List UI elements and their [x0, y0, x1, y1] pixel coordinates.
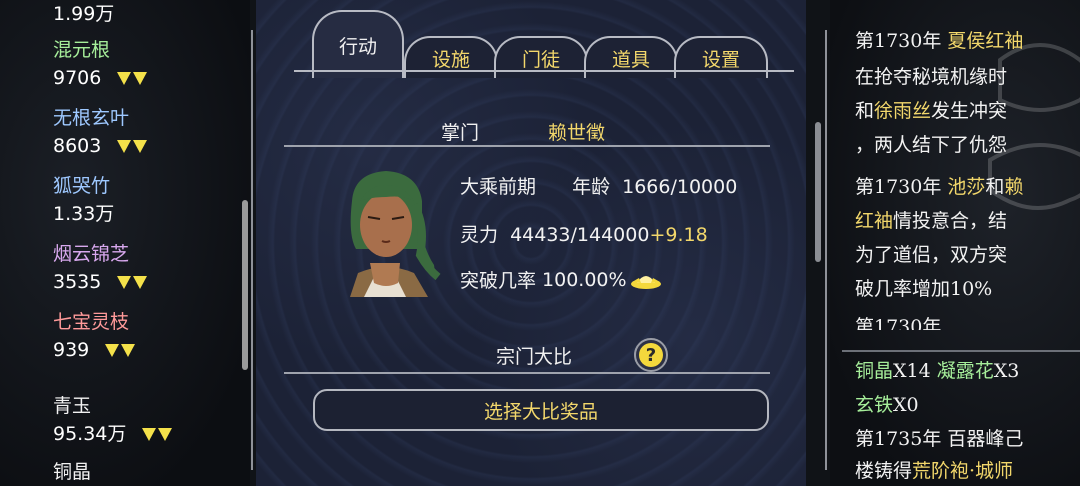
- help-button[interactable]: ?: [634, 338, 668, 372]
- master-divider: [284, 145, 770, 147]
- resource-value-row: 8603: [53, 134, 243, 158]
- log-entry-1-line-2: 在抢夺秘境机缘时: [855, 66, 1008, 88]
- spirit-label: 灵力: [460, 224, 499, 246]
- contest-divider: [284, 372, 770, 374]
- master-row: 掌门 赖世徵: [286, 118, 766, 148]
- resource-scrollbar[interactable]: [242, 200, 248, 370]
- tab-bar: 行动 设施 门徒 道具 设置: [296, 10, 796, 78]
- resource-value: 3535: [53, 271, 102, 293]
- down-triangle-icon: [105, 343, 120, 357]
- log-entry-4-line-2: 楼铸得荒阶袍·城师: [855, 460, 1014, 482]
- down-triangle-icon: [142, 427, 157, 441]
- log-entry-4-line-1: 第1735年 百器峰己: [855, 428, 1024, 450]
- trend-arrows-icon: [115, 139, 148, 153]
- resource-name: 混元根: [53, 39, 111, 61]
- resource-name: 狐哭竹: [53, 175, 111, 197]
- lotus-pill-icon[interactable]: [629, 269, 663, 291]
- resource-name: 无根玄叶: [53, 107, 130, 129]
- trend-arrows-icon: [115, 71, 148, 85]
- resource-value-row: 939: [53, 338, 243, 362]
- master-label: 掌门: [441, 122, 480, 144]
- resource-value-row: 1.33万: [53, 202, 243, 226]
- question-icon: ?: [639, 343, 663, 367]
- resource-value: 95.34万: [53, 423, 127, 445]
- resource-value: 1.99万: [53, 3, 115, 25]
- resource-value: 8603: [53, 135, 102, 157]
- trend-arrows-icon: [115, 275, 148, 289]
- left-divider: [251, 30, 253, 470]
- down-triangle-icon: [133, 71, 148, 85]
- resource-name: 烟云锦芝: [53, 243, 130, 265]
- breakthrough-label: 突破几率: [460, 270, 537, 292]
- main-scrollbar[interactable]: [815, 122, 821, 262]
- log-entry-1-line-1: 第1730年 夏侯红袖: [855, 30, 1024, 52]
- resource-value: 9706: [53, 67, 102, 89]
- down-triangle-icon: [133, 139, 148, 153]
- main-panel: 行动 设施 门徒 道具 设置 掌门 赖世徵 大乘前期 年龄 1666/10000: [256, 0, 806, 486]
- down-triangle-icon: [117, 275, 132, 289]
- trend-arrows-icon: [103, 343, 136, 357]
- trend-arrows-icon: [140, 427, 173, 441]
- breakthrough-value: 100.00%: [542, 268, 627, 291]
- realm-text: 大乘前期: [460, 176, 537, 198]
- down-triangle-icon: [133, 275, 148, 289]
- resource-value-row: 95.34万: [53, 422, 243, 446]
- down-triangle-icon: [121, 343, 136, 357]
- master-portrait[interactable]: [330, 165, 442, 297]
- resource-value: 939: [53, 339, 90, 361]
- log-divider: [842, 350, 1080, 352]
- age-value: 1666/10000: [622, 176, 738, 198]
- resource-value-row: 3535: [53, 270, 243, 294]
- log-entry-1-line-4: ，两人结下了仇怨: [855, 134, 1008, 156]
- spirit-gain: +9.18: [649, 224, 708, 246]
- log-entry-2-line-2: 红袖情投意合，结: [855, 210, 1008, 232]
- down-triangle-icon: [158, 427, 173, 441]
- resource-name: 青玉: [53, 395, 92, 417]
- spirit-value: 44433/144000: [510, 224, 650, 246]
- log-entry-2-line-4: 破几率增加10%: [855, 278, 993, 300]
- loot-line-1: 铜晶X14 凝露花X3: [855, 360, 1020, 382]
- log-entry-3-partial: 第1730年: [855, 316, 942, 330]
- resource-name: 七宝灵枝: [53, 311, 130, 333]
- select-prize-button[interactable]: 选择大比奖品: [313, 389, 769, 431]
- right-divider: [825, 30, 827, 470]
- sect-contest-label: 宗门大比: [496, 346, 573, 368]
- resource-value: 1.33万: [53, 203, 115, 225]
- master-name[interactable]: 赖世徵: [548, 118, 605, 145]
- resource-value-row: 9706: [53, 66, 243, 90]
- log-entry-2-line-3: 为了道侣，双方突: [855, 244, 1008, 266]
- resource-name: 铜晶: [53, 461, 92, 483]
- tab-action[interactable]: 行动: [312, 10, 404, 78]
- loot-line-2: 玄铁X0: [855, 394, 919, 416]
- log-entry-2-line-1: 第1730年 池莎和赖: [855, 176, 1024, 198]
- log-entry-1-line-3: 和徐雨丝发生冲突: [855, 100, 1008, 122]
- down-triangle-icon: [117, 71, 132, 85]
- resource-panel: 1.99万混元根 9706 无根玄叶 8603 狐哭竹 1.33万烟云锦芝 3535 七宝灵枝…: [0, 0, 250, 486]
- age-label: 年龄: [572, 176, 611, 198]
- resource-value-row: 1.99万: [53, 2, 243, 26]
- tab-baseline: [294, 70, 794, 72]
- down-triangle-icon: [117, 139, 132, 153]
